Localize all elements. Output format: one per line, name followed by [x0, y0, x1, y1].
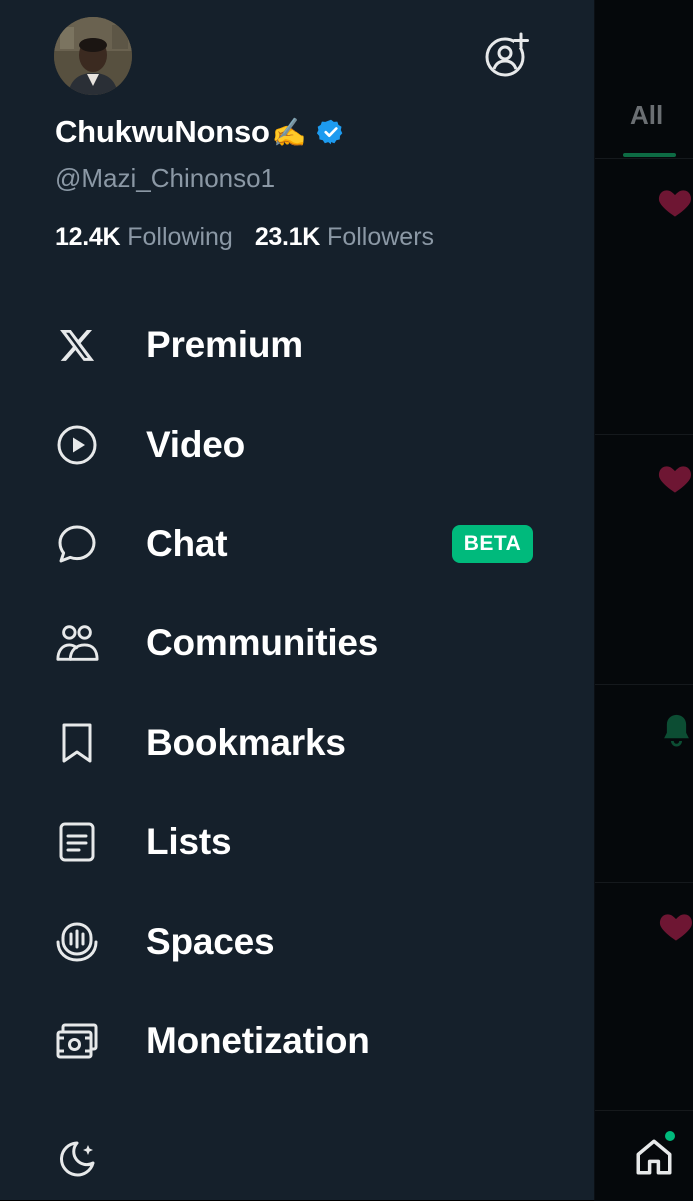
menu-item-chat[interactable]: Chat BETA	[0, 494, 594, 594]
moon-stars-icon[interactable]	[53, 1137, 99, 1183]
divider	[594, 158, 693, 159]
chat-bubble-icon	[55, 522, 99, 566]
verified-badge-icon	[316, 119, 342, 145]
following-label: Following	[127, 223, 233, 251]
menu-label-spaces: Spaces	[146, 921, 275, 962]
x-logo-icon	[55, 323, 99, 367]
user-handle: @Mazi_Chinonso1	[55, 163, 276, 193]
beta-badge: BETA	[452, 525, 533, 563]
menu-label-communities: Communities	[146, 622, 379, 663]
menu-label-premium: Premium	[146, 324, 303, 365]
side-drawer: ChukwuNonso ✍️ @Mazi_Chinonso1 12.4K Foll…	[0, 0, 595, 1200]
name-emoji: ✍️	[271, 116, 307, 148]
background-screen	[594, 0, 693, 1200]
menu-label-bookmarks: Bookmarks	[146, 722, 346, 763]
bookmark-icon	[55, 721, 99, 765]
menu-label-chat: Chat	[146, 523, 228, 564]
divider	[594, 882, 693, 883]
spaces-icon	[55, 920, 99, 964]
divider	[594, 684, 693, 685]
play-circle-icon	[55, 423, 99, 467]
heart-icon	[658, 466, 692, 493]
money-icon	[55, 1019, 99, 1063]
avatar[interactable]	[54, 17, 132, 95]
follow-stats: 12.4K Following 23.1K Followers	[55, 223, 434, 252]
menu-item-lists[interactable]: Lists	[0, 792, 594, 892]
followers-label: Followers	[327, 223, 435, 251]
menu-item-premium[interactable]: Premium	[0, 295, 594, 395]
menu-item-communities[interactable]: Communities	[0, 593, 594, 693]
menu-item-bookmarks[interactable]: Bookmarks	[0, 693, 594, 793]
menu-item-monetization[interactable]: Monetization	[0, 991, 594, 1091]
following-count: 12.4K	[55, 223, 121, 251]
followers-count: 23.1K	[254, 223, 321, 251]
notification-dot	[665, 1131, 675, 1141]
menu-label-lists: Lists	[146, 821, 232, 862]
home-icon[interactable]	[633, 1136, 675, 1178]
menu-item-video[interactable]: Video	[0, 395, 594, 495]
heart-icon	[659, 914, 693, 941]
tab-active-indicator	[623, 153, 676, 157]
menu-label-video: Video	[146, 424, 246, 465]
followers-link[interactable]: 23.1K Followers	[255, 223, 434, 252]
display-name: ChukwuNonso	[55, 114, 270, 149]
menu-label-monetization: Monetization	[146, 1020, 370, 1061]
heart-icon	[658, 190, 692, 217]
menu-item-spaces[interactable]: Spaces	[0, 892, 594, 992]
tab-all[interactable]: All	[630, 100, 663, 131]
profile-name-row[interactable]: ChukwuNonso ✍️	[55, 112, 345, 152]
add-account-icon[interactable]	[484, 32, 530, 78]
divider	[594, 434, 693, 435]
bell-icon	[664, 714, 689, 747]
following-link[interactable]: 12.4K Following	[55, 223, 233, 252]
communities-icon	[55, 621, 99, 665]
avatar-image	[54, 17, 132, 95]
list-icon	[55, 820, 99, 864]
